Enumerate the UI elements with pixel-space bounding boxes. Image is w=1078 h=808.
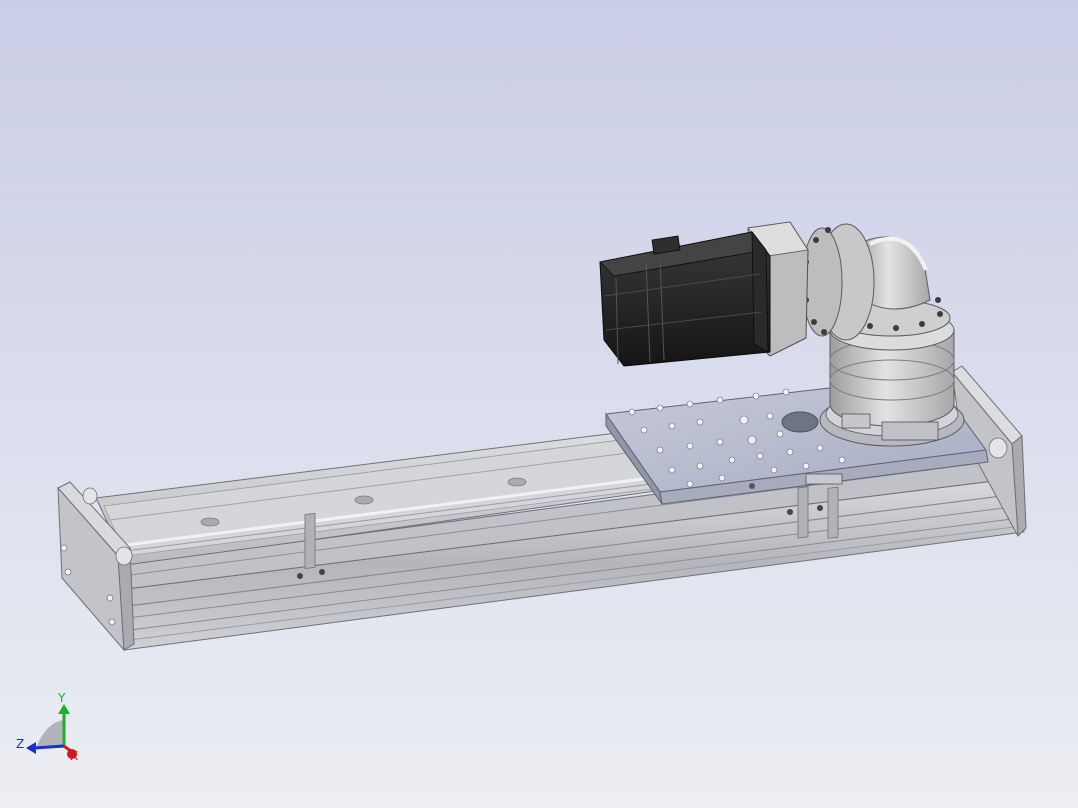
3d-model-scene[interactable]: Y Z X <box>0 0 1078 808</box>
graphics-viewport[interactable]: Y Z X <box>0 0 1078 808</box>
x-axis-label: X <box>70 749 78 763</box>
z-axis-label: Z <box>16 737 24 751</box>
y-axis-label: Y <box>57 691 66 705</box>
